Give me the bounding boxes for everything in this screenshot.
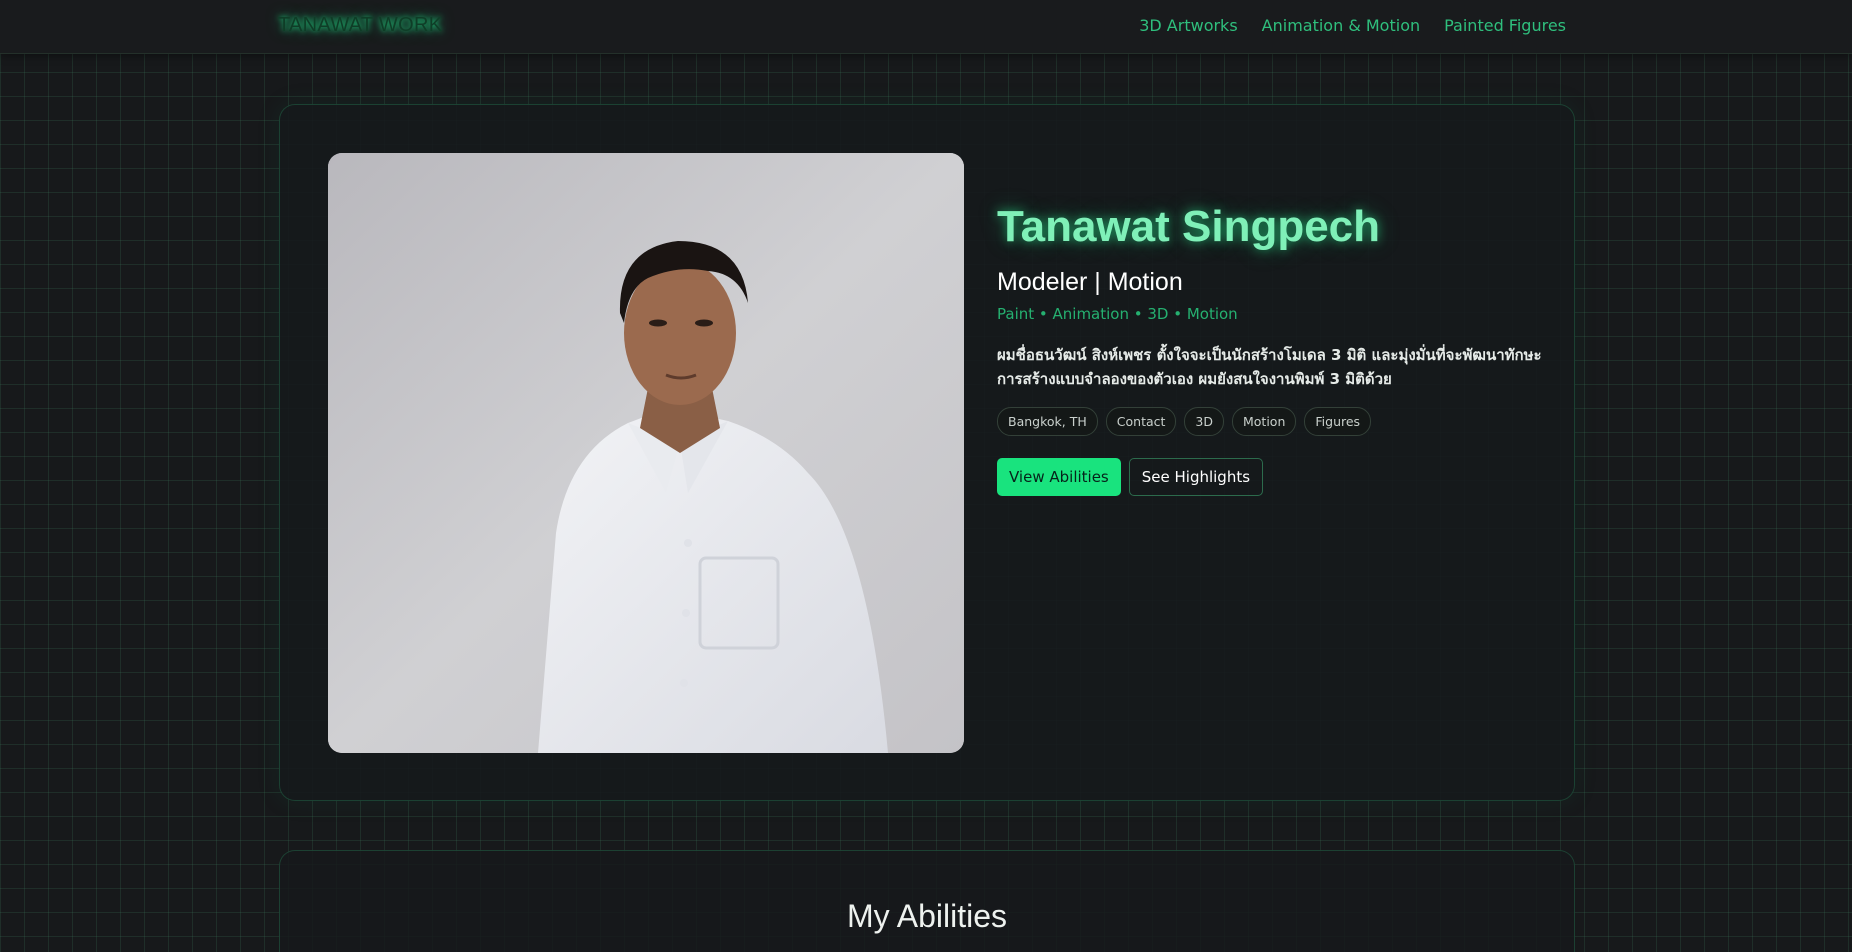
nav-link-painted-figures[interactable]: Painted Figures [1444, 16, 1566, 35]
chip-figures[interactable]: Figures [1304, 406, 1372, 436]
brand-logo[interactable]: TANAWAT WORK [278, 14, 442, 37]
portrait-illustration [328, 153, 964, 753]
profile-photo [328, 153, 964, 753]
profile-bio: ผมชื่อธนวัฒน์ สิงห์เพชร ตั้งใจจะเป็นนักส… [997, 345, 1542, 388]
chip-3d[interactable]: 3D [1184, 406, 1224, 436]
top-navbar: TANAWAT WORK 3D Artworks Animation & Mot… [0, 0, 1852, 54]
view-abilities-button[interactable]: View Abilities [997, 457, 1121, 496]
chip-location[interactable]: Bangkok, TH [997, 406, 1098, 436]
nav-link-3d-artworks[interactable]: 3D Artworks [1139, 16, 1237, 35]
hero-card: Tanawat Singpech Modeler | Motion Paint … [279, 104, 1575, 801]
chip-list: Bangkok, TH Contact 3D Motion Figures [997, 406, 1557, 436]
main-nav: 3D Artworks Animation & Motion Painted F… [1139, 16, 1566, 35]
nav-link-animation-motion[interactable]: Animation & Motion [1262, 16, 1420, 35]
hero-actions: View Abilities See Highlights [997, 457, 1557, 496]
see-highlights-button[interactable]: See Highlights [1128, 457, 1264, 496]
profile-name: Tanawat Singpech [997, 202, 1381, 251]
abilities-section: My Abilities [279, 850, 1575, 952]
profile-info: Tanawat Singpech Modeler | Motion Paint … [997, 201, 1557, 496]
chip-contact[interactable]: Contact [1105, 406, 1177, 436]
profile-tagline: Paint • Animation • 3D • Motion [997, 304, 1238, 323]
profile-role: Modeler | Motion [997, 267, 1183, 296]
abilities-title: My Abilities [846, 898, 1008, 934]
chip-motion[interactable]: Motion [1231, 406, 1297, 436]
